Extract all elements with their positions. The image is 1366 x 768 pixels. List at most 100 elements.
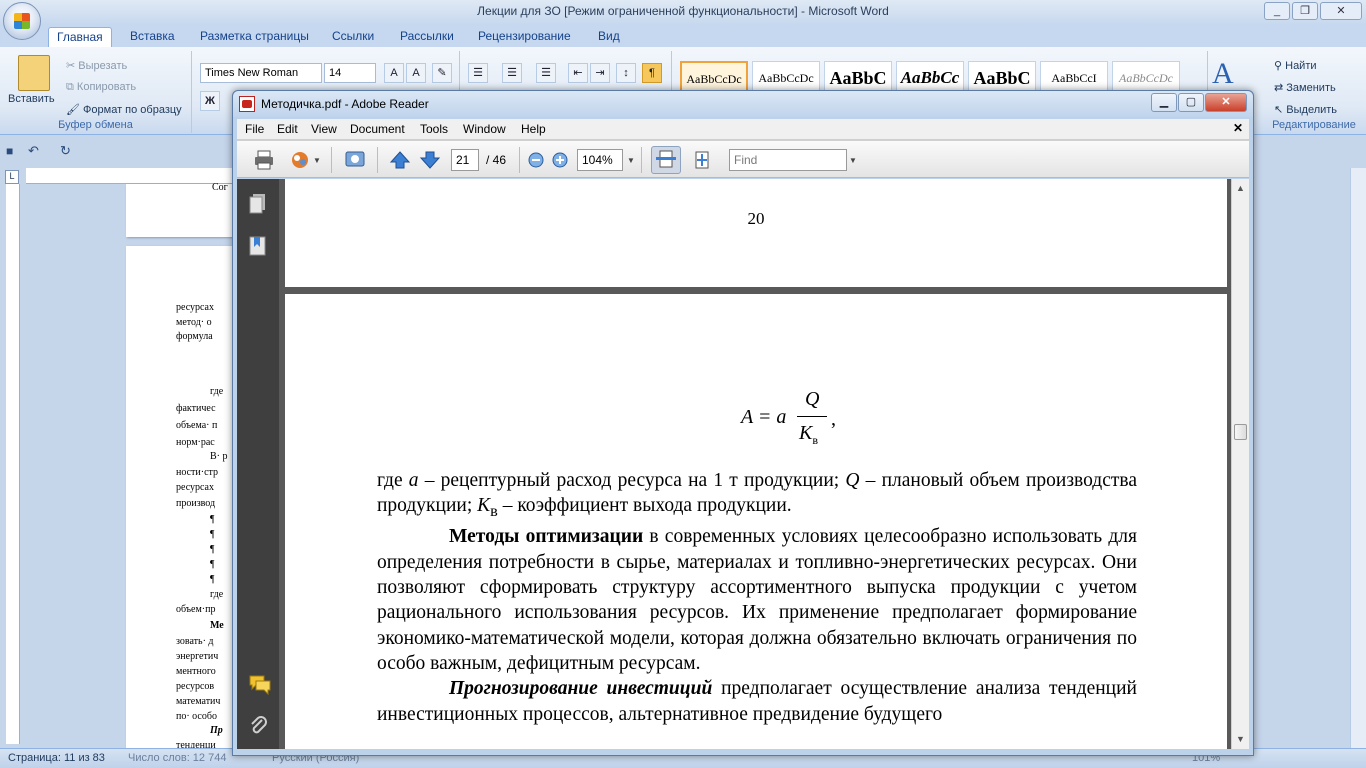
- tab-selector[interactable]: L: [5, 170, 19, 184]
- find-button[interactable]: ⚲ Найти: [1274, 59, 1317, 72]
- tab-review[interactable]: Рецензирование: [470, 27, 579, 45]
- clear-format-button[interactable]: ✎: [432, 63, 452, 83]
- zoom-dropdown-icon[interactable]: ▼: [627, 156, 635, 165]
- menu-file[interactable]: File: [245, 122, 264, 136]
- reader-close-button[interactable]: ✕: [1205, 93, 1247, 112]
- share-dropdown-icon[interactable]: ▼: [313, 156, 321, 165]
- menu-tools[interactable]: Tools: [420, 122, 448, 136]
- show-marks-button[interactable]: ¶: [642, 63, 662, 83]
- find-label: Найти: [1285, 60, 1317, 72]
- next-page-icon[interactable]: [419, 149, 441, 171]
- word-line: где: [210, 386, 224, 397]
- shrink-font-button[interactable]: A: [406, 63, 426, 83]
- word-line: ¶: [210, 529, 215, 540]
- word-page-snippet: Сог: [212, 182, 228, 193]
- fit-page-icon[interactable]: [691, 149, 713, 171]
- fit-width-icon[interactable]: [651, 146, 681, 174]
- undo-icon[interactable]: ↶: [28, 143, 39, 159]
- grow-font-button[interactable]: A: [384, 63, 404, 83]
- word-minimize-button[interactable]: _: [1264, 2, 1290, 20]
- bullets-button[interactable]: ☰: [468, 63, 488, 83]
- collaborate-icon[interactable]: [343, 149, 365, 171]
- pages-panel-icon[interactable]: [249, 193, 267, 215]
- word-vertical-scrollbar[interactable]: [1350, 168, 1366, 748]
- save-icon[interactable]: ■: [6, 144, 13, 158]
- word-line: тенденци: [176, 740, 216, 748]
- multilevel-list-button[interactable]: ☰: [536, 63, 556, 83]
- comments-panel-icon[interactable]: [249, 673, 271, 696]
- menu-help[interactable]: Help: [521, 122, 546, 136]
- vertical-ruler[interactable]: [6, 184, 20, 744]
- print-icon[interactable]: [253, 149, 275, 171]
- bookmarks-panel-icon[interactable]: [249, 235, 267, 257]
- document-close-icon[interactable]: ✕: [1233, 121, 1243, 135]
- office-button[interactable]: [3, 2, 41, 40]
- clipboard-group-label: Буфер обмена: [58, 119, 133, 131]
- decrease-indent-button[interactable]: ⇤: [568, 63, 588, 83]
- menu-edit[interactable]: Edit: [277, 122, 298, 136]
- editing-group: ⚲ Найти ⇄ Заменить ↖ Выделить Редактиров…: [1266, 51, 1362, 133]
- word-title-bar: Лекции для ЗО [Режим ограниченной функци…: [0, 0, 1366, 24]
- word-line: В· р: [210, 451, 228, 462]
- zoom-out-icon[interactable]: [525, 149, 547, 171]
- word-line: метод· о: [176, 317, 212, 328]
- previous-page-icon[interactable]: [389, 149, 411, 171]
- scroll-up-icon[interactable]: ▲: [1236, 183, 1245, 193]
- tab-home[interactable]: Главная: [48, 27, 112, 49]
- word-close-button[interactable]: ✕: [1320, 2, 1362, 20]
- navigation-pane: [237, 179, 279, 749]
- word-line: фактичес: [176, 403, 216, 414]
- replace-icon: ⇄: [1274, 82, 1287, 94]
- scroll-thumb[interactable]: [1234, 424, 1247, 440]
- zoom-input[interactable]: 104%: [577, 149, 623, 171]
- pdf-page-previous: 20: [285, 179, 1227, 287]
- word-line: объема· п: [176, 420, 218, 431]
- attachments-panel-icon[interactable]: [249, 715, 267, 737]
- paragraph-investment-forecasting: Прогнозирование инвестиций предполагает …: [377, 678, 1137, 725]
- tab-page-layout[interactable]: Разметка страницы: [192, 27, 317, 45]
- share-icon[interactable]: [289, 149, 311, 171]
- tab-view[interactable]: Вид: [590, 27, 628, 45]
- find-input[interactable]: Find: [729, 149, 847, 171]
- sort-button[interactable]: ↕: [616, 63, 636, 83]
- cut-label: Вырезать: [78, 60, 128, 72]
- page-number-input[interactable]: 21: [451, 149, 479, 171]
- horizontal-ruler[interactable]: [26, 168, 236, 184]
- word-line: где: [210, 589, 224, 600]
- status-words[interactable]: Число слов: 12 744: [128, 752, 226, 764]
- tab-references[interactable]: Ссылки: [324, 27, 382, 45]
- redo-icon[interactable]: ↻: [60, 143, 71, 159]
- font-name-combo[interactable]: Times New Roman: [200, 63, 322, 83]
- paste-button[interactable]: Вставить: [8, 93, 55, 105]
- scroll-down-icon[interactable]: ▼: [1236, 734, 1245, 744]
- find-dropdown-icon[interactable]: ▼: [849, 156, 857, 165]
- formula-numerator: Q: [805, 388, 820, 410]
- replace-button[interactable]: ⇄ Заменить: [1274, 81, 1336, 94]
- format-painter-button[interactable]: 🖌 Формат по образцу: [66, 103, 182, 116]
- reader-maximize-button[interactable]: ▢: [1178, 93, 1204, 112]
- pdf-icon: [239, 96, 255, 112]
- word-maximize-button[interactable]: ❐: [1292, 2, 1318, 20]
- select-button[interactable]: ↖ Выделить: [1274, 103, 1337, 116]
- reader-vertical-scrollbar[interactable]: ▲ ▼: [1231, 179, 1249, 749]
- reader-minimize-button[interactable]: ▁: [1151, 93, 1177, 112]
- tab-insert[interactable]: Вставка: [122, 27, 183, 45]
- change-styles-icon[interactable]: A: [1212, 57, 1234, 91]
- status-page[interactable]: Страница: 11 из 83: [8, 752, 105, 764]
- tab-mailings[interactable]: Рассылки: [392, 27, 462, 45]
- bold-button[interactable]: Ж: [200, 91, 220, 111]
- zoom-in-icon[interactable]: [549, 149, 571, 171]
- menu-view[interactable]: View: [311, 122, 337, 136]
- menu-window[interactable]: Window: [463, 122, 506, 136]
- cut-button[interactable]: ✂ Вырезать: [66, 59, 127, 72]
- copy-button[interactable]: ⧉ Копировать: [66, 81, 136, 94]
- font-size-combo[interactable]: 14: [324, 63, 376, 83]
- page-number-text: 20: [747, 209, 765, 228]
- document-view[interactable]: 20 A = a Q Kв , где a – рецептурный расх…: [279, 179, 1231, 749]
- increase-indent-button[interactable]: ⇥: [590, 63, 610, 83]
- word-page[interactable]: ресурсах метод· о формула где фактичес о…: [126, 246, 236, 748]
- word-line: по· особо: [176, 711, 217, 722]
- numbering-button[interactable]: ☰: [502, 63, 522, 83]
- menu-document[interactable]: Document: [350, 122, 405, 136]
- toolbar-separator: [641, 147, 642, 173]
